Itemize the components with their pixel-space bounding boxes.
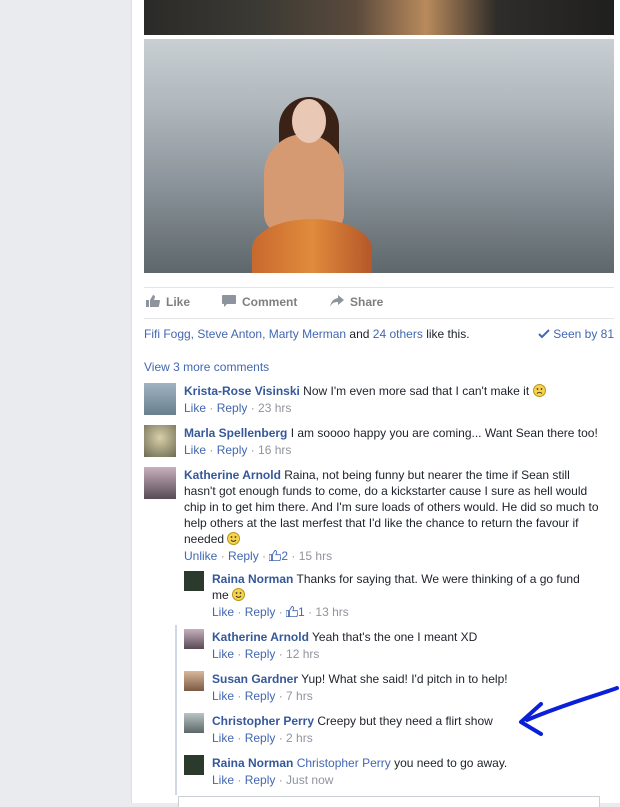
seen-by[interactable]: Seen by 81 xyxy=(538,327,614,341)
reply-text: Creepy but they need a flirt show xyxy=(317,714,493,728)
avatar[interactable] xyxy=(184,755,204,775)
comment-body: Krista-Rose Visinski Now I'm even more s… xyxy=(184,383,614,399)
comment-meta: Unlike · Reply · 2 · 15 hrs xyxy=(184,549,333,563)
comment-time[interactable]: 15 hrs xyxy=(299,549,332,563)
reply-time[interactable]: 13 hrs xyxy=(315,605,348,619)
comment-reply-link[interactable]: Reply xyxy=(217,401,248,415)
reply-meta: Like · Reply · 1 · 13 hrs xyxy=(212,605,349,619)
likes-summary: Fifi Fogg, Steve Anton, Marty Merman and… xyxy=(144,327,614,341)
reply-body: Raina Norman Christopher Perry you need … xyxy=(212,755,612,771)
post-photo-main[interactable] xyxy=(144,39,614,273)
comment-author[interactable]: Krista-Rose Visinski xyxy=(184,384,300,398)
reply-author[interactable]: Raina Norman xyxy=(212,756,293,770)
comment-text: Now I'm even more sad that I can't make … xyxy=(303,384,530,398)
comment-button[interactable]: Comment xyxy=(222,295,297,309)
photo-subject-face xyxy=(292,99,326,143)
thumbs-up-icon xyxy=(146,295,160,307)
reply-like-link[interactable]: Like xyxy=(212,731,234,745)
reply-author[interactable]: Susan Gardner xyxy=(212,672,298,686)
likers-names[interactable]: Fifi Fogg, Steve Anton, Marty Merman xyxy=(144,327,346,341)
reply-reply-link[interactable]: Reply xyxy=(245,605,276,619)
comment-body: Katherine Arnold Raina, not being funny … xyxy=(184,467,599,547)
avatar[interactable] xyxy=(184,713,204,733)
reply-like-count[interactable]: 1 xyxy=(298,605,305,619)
reply-meta: Like · Reply · Just now xyxy=(212,773,334,787)
post-photo-top[interactable] xyxy=(144,0,614,35)
smiley-emoji-icon xyxy=(227,532,241,545)
share-label: Share xyxy=(350,295,384,309)
avatar[interactable] xyxy=(184,571,204,591)
comment-like-link[interactable]: Like xyxy=(184,401,206,415)
comment-reply-link[interactable]: Reply xyxy=(217,443,248,457)
avatar[interactable] xyxy=(144,383,176,415)
reply-time[interactable]: Just now xyxy=(286,773,333,787)
avatar[interactable] xyxy=(184,629,204,649)
comment-label: Comment xyxy=(242,295,298,309)
like-button[interactable]: Like xyxy=(146,295,190,309)
seen-by-label: Seen by 81 xyxy=(553,327,614,341)
comment-time[interactable]: 16 hrs xyxy=(258,443,291,457)
reply-meta: Like · Reply · 12 hrs xyxy=(212,647,320,661)
reply-like-link[interactable]: Like xyxy=(212,689,234,703)
reply-body: Raina Norman Thanks for saying that. We … xyxy=(212,571,592,603)
comment-body: Marla Spellenberg I am soooo happy you a… xyxy=(184,425,614,441)
photo-subject-tail xyxy=(252,219,372,273)
reply-reply-link[interactable]: Reply xyxy=(245,731,276,745)
likes-suffix: like this. xyxy=(426,327,470,341)
likes-and: and xyxy=(349,327,370,341)
view-more-comments[interactable]: View 3 more comments xyxy=(144,360,269,374)
reply-time[interactable]: 2 hrs xyxy=(286,731,313,745)
reply-like-link[interactable]: Like xyxy=(212,773,234,787)
thumbs-up-icon xyxy=(285,605,299,618)
comment-author[interactable]: Katherine Arnold xyxy=(184,468,281,482)
avatar[interactable] xyxy=(144,467,176,499)
avatar[interactable] xyxy=(144,425,176,457)
reply-body: Katherine Arnold Yeah that's the one I m… xyxy=(212,629,612,645)
reply-like-link[interactable]: Like xyxy=(212,605,234,619)
comment-reply-link[interactable]: Reply xyxy=(228,549,259,563)
reply-meta: Like · Reply · 7 hrs xyxy=(212,689,313,703)
share-button[interactable]: Share xyxy=(330,295,383,309)
thumbs-up-icon xyxy=(268,549,282,562)
comment-author[interactable]: Marla Spellenberg xyxy=(184,426,287,440)
comment-unlike-link[interactable]: Unlike xyxy=(184,549,217,563)
comment-meta: Like · Reply · 23 hrs xyxy=(184,401,292,415)
likes-others-link[interactable]: 24 others xyxy=(373,327,423,341)
reply-meta: Like · Reply · 2 hrs xyxy=(212,731,313,745)
reply-reply-link[interactable]: Reply xyxy=(245,647,276,661)
checkmark-icon xyxy=(538,329,550,339)
reply-reply-link[interactable]: Reply xyxy=(245,689,276,703)
share-arrow-icon xyxy=(330,295,344,307)
comment-text: I am soooo happy you are coming... Want … xyxy=(290,426,598,440)
reply-text: Yup! What she said! I'd pitch in to help… xyxy=(301,672,508,686)
smiley-emoji-icon xyxy=(532,384,546,397)
reply-author[interactable]: Raina Norman xyxy=(212,572,293,586)
reply-time[interactable]: 12 hrs xyxy=(286,647,319,661)
reply-like-link[interactable]: Like xyxy=(212,647,234,661)
speech-bubble-icon xyxy=(222,295,236,307)
comment-time[interactable]: 23 hrs xyxy=(258,401,291,415)
reply-thread-line xyxy=(175,625,177,795)
reply-mention[interactable]: Christopher Perry xyxy=(297,756,391,770)
like-label: Like xyxy=(166,295,191,309)
blue-arrow-annotation xyxy=(519,686,619,736)
reply-author[interactable]: Christopher Perry xyxy=(212,714,314,728)
reply-input[interactable] xyxy=(178,796,600,807)
smiley-emoji-icon xyxy=(232,588,246,601)
reply-author[interactable]: Katherine Arnold xyxy=(212,630,309,644)
comment-meta: Like · Reply · 16 hrs xyxy=(184,443,292,457)
post-action-bar: Like Comment Share xyxy=(144,287,614,319)
reply-reply-link[interactable]: Reply xyxy=(245,773,276,787)
reply-time[interactable]: 7 hrs xyxy=(286,689,313,703)
avatar[interactable] xyxy=(184,671,204,691)
reply-text: you need to go away. xyxy=(394,756,508,770)
reply-text: Yeah that's the one I meant XD xyxy=(312,630,478,644)
comment-like-link[interactable]: Like xyxy=(184,443,206,457)
comment-like-count[interactable]: 2 xyxy=(281,549,288,563)
